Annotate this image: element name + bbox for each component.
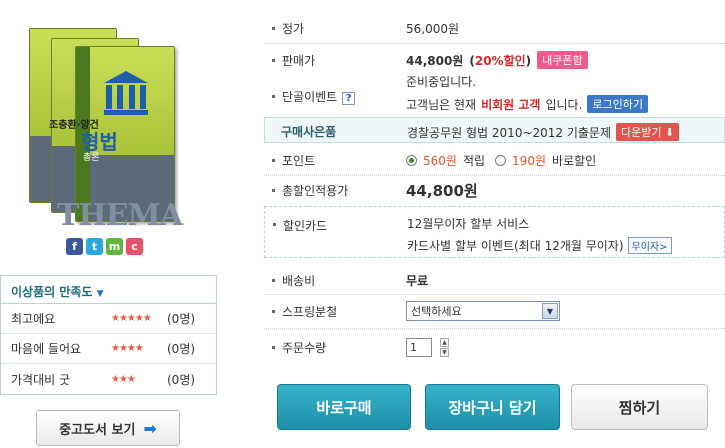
add-to-cart-button[interactable]: 장바구니 담기	[425, 384, 560, 430]
arrow-right-icon: ➡	[143, 418, 157, 438]
satisfaction-count: (0명)	[167, 372, 196, 387]
star-rating-icon: ★★★★★	[111, 313, 152, 324]
qty-label: 주문수량	[282, 340, 327, 355]
sale-price-value: 44,800원	[406, 53, 464, 68]
me2day-icon[interactable]: m	[106, 238, 123, 255]
satisfaction-row[interactable]: 마음에 들어요 ★★★★ (0명)	[1, 334, 216, 364]
qty-input[interactable]: 1	[406, 337, 432, 357]
dropdown-arrow-icon: ▼	[96, 289, 104, 299]
point-radio-discount[interactable]	[495, 154, 507, 166]
satisfaction-count: (0명)	[167, 312, 196, 326]
gift-band: 구매사은품 경찰공무원 형법 2010~2012 기출문제 다운받기 ⬇	[264, 117, 725, 143]
satisfaction-label: 가격대비 굿	[11, 372, 71, 387]
member-status: 비회원 고객	[481, 97, 541, 112]
interest-free-button[interactable]: 무이자>	[627, 237, 672, 254]
wishlist-button[interactable]: 찜하기	[571, 384, 708, 430]
sale-price-row: 판매가 44,800원 (20%할인) 내쿠폰함	[264, 50, 725, 70]
cover-series: THEMA	[57, 198, 183, 233]
point-option2-value: 190원	[512, 153, 546, 168]
twitter-icon[interactable]: t	[86, 238, 103, 255]
card-line1: 12월무이자 할부 서비스	[407, 217, 530, 231]
gift-text: 경찰공무원 형법 2010~2012 기출문제	[407, 125, 612, 140]
satisfaction-count: (0명)	[167, 342, 196, 356]
satisfaction-title: 이상품의 만족도	[11, 285, 93, 299]
point-option1-value: 560원	[423, 153, 457, 168]
card-line2: 카드사별 할부 이벤트(최대 12개월 무이자)	[407, 239, 624, 253]
event-line1: 준비중입니다.	[406, 75, 477, 89]
used-book-label: 중고도서 보기	[59, 422, 136, 438]
stepper-up-icon[interactable]: ▲	[440, 337, 449, 347]
shipping-value: 무료	[406, 273, 429, 288]
facebook-icon[interactable]: f	[66, 238, 83, 255]
login-button[interactable]: 로그인하기	[587, 95, 648, 113]
satisfaction-label: 최고에요	[11, 312, 56, 326]
stepper-down-icon[interactable]: ▼	[440, 347, 449, 357]
satisfaction-row[interactable]: 최고에요 ★★★★★ (0명)	[1, 304, 216, 334]
event-line2: 고객님은 현재 비회원 고객 입니다. 로그인하기	[406, 95, 648, 113]
qty-stepper[interactable]: ▲ ▼	[440, 337, 449, 357]
used-book-button[interactable]: 중고도서 보기 ➡	[36, 410, 180, 446]
star-rating-icon: ★★★★	[111, 343, 144, 354]
list-price-value: 56,000원	[406, 21, 460, 36]
point-radio-accumulate[interactable]	[406, 154, 417, 166]
spring-select[interactable]: 선택하세요 ▼	[406, 301, 560, 321]
gift-label: 구매사은품	[281, 125, 337, 139]
chevron-down-icon: ▼	[542, 303, 558, 319]
cover-subtitle: 총론	[83, 153, 100, 163]
book-cover-image[interactable]: 조충환·양건 형법 총론 THEMA	[27, 16, 183, 233]
satisfaction-box: 이상품의 만족도 ▼ 최고에요 ★★★★★ (0명) 마음에 들어요 ★★★★ …	[0, 275, 217, 395]
coupon-button[interactable]: 내쿠폰함	[537, 51, 588, 69]
spring-row: 스프링분철 선택하세요 ▼	[264, 300, 725, 322]
card-label: 할인카드	[283, 219, 328, 233]
shipping-row: 배송비 무료	[264, 270, 725, 290]
help-icon[interactable]: ?	[342, 91, 356, 105]
cyworld-icon[interactable]: c	[126, 238, 143, 255]
card-band: 할인카드 12월무이자 할부 서비스 카드사별 할부 이벤트(최대 12개월 무…	[264, 206, 725, 258]
qty-row: 주문수량 1 ▲ ▼	[264, 336, 725, 358]
star-rating-icon: ★★★	[111, 373, 136, 385]
total-value: 44,800원	[406, 181, 478, 200]
satisfaction-header[interactable]: 이상품의 만족도 ▼	[1, 276, 216, 304]
point-row: 포인트 560원 적립 190원 바로할인	[264, 150, 725, 170]
column-emblem-icon	[104, 71, 148, 115]
buy-now-button[interactable]: 바로구매	[277, 384, 411, 430]
sale-price-label: 판매가	[282, 53, 316, 68]
social-share-bar: f t m c	[66, 238, 143, 255]
total-label: 총할인적용가	[282, 183, 349, 198]
satisfaction-label: 마음에 들어요	[11, 342, 82, 356]
point-label: 포인트	[282, 153, 316, 168]
spring-label: 스프링분철	[282, 304, 338, 319]
download-button[interactable]: 다운받기 ⬇	[616, 123, 680, 141]
discount-badge: (20%할인)	[469, 53, 532, 68]
list-price-label: 정가	[282, 21, 305, 36]
total-row: 총할인적용가 44,800원	[264, 179, 725, 201]
shipping-label: 배송비	[282, 273, 316, 288]
list-price-row: 정가 56,000원	[264, 18, 725, 38]
satisfaction-row[interactable]: 가격대비 굿 ★★★ (0명)	[1, 364, 216, 394]
event-label: 단골이벤트?	[282, 88, 356, 105]
